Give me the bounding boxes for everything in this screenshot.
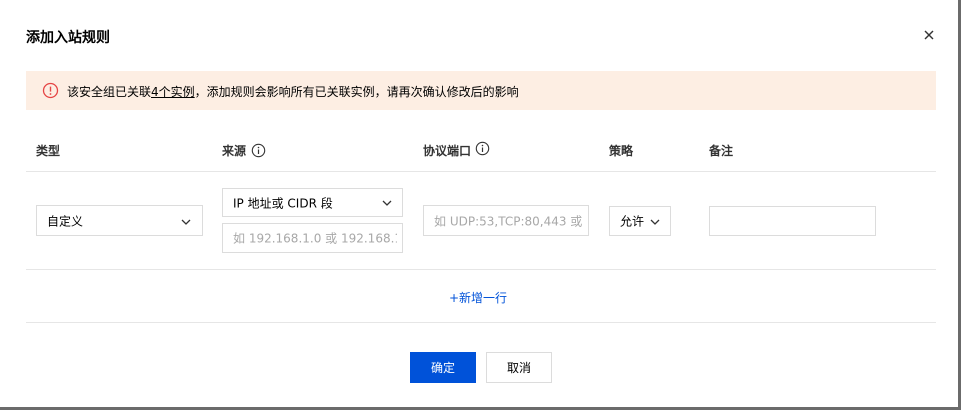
header-policy: 策略 (609, 144, 634, 158)
warning-alert: 该安全组已关联4个实例，添加规则会影响所有已关联实例，请再次确认修改后的影响 (26, 71, 936, 110)
remark-input[interactable] (709, 206, 876, 236)
add-row-link[interactable]: +新增一行 (449, 289, 507, 306)
type-select[interactable]: 自定义 (36, 205, 203, 236)
add-inbound-rule-dialog: 添加入站规则 该安全组已关联4个实例，添加规则会影响所有已关联实例，请再次确认修… (0, 0, 961, 410)
header-source: 来源 (222, 144, 247, 158)
row-divider (26, 269, 936, 270)
alert-text-after: ，添加规则会影响所有已关联实例，请再次确认修改后的影响 (194, 85, 519, 99)
header-remark: 备注 (709, 144, 734, 158)
header-divider (26, 171, 936, 172)
footer-divider (26, 322, 936, 323)
protocol-port-placeholder: 如 UDP:53,TCP:80,443 或 TCP:3306-20000 (434, 214, 586, 228)
type-select-value: 自定义 (47, 214, 84, 228)
source-input[interactable]: 如 192.168.1.0 或 192.168.1.0/24 (222, 223, 403, 253)
source-type-select[interactable]: IP 地址或 CIDR 段 (222, 188, 403, 217)
linked-instances-link[interactable]: 4个实例 (151, 85, 195, 99)
header-type: 类型 (36, 144, 61, 158)
chevron-down-icon (181, 219, 191, 225)
warning-circle-icon (42, 82, 59, 99)
source-info-icon[interactable] (251, 143, 266, 158)
dialog-title: 添加入站规则 (26, 30, 110, 46)
alert-text-before: 该安全组已关联 (67, 85, 152, 99)
alert-message: 该安全组已关联4个实例，添加规则会影响所有已关联实例，请再次确认修改后的影响 (67, 83, 519, 100)
policy-select-value: 允许 (620, 214, 645, 229)
close-icon[interactable] (919, 25, 939, 45)
protocol-port-input[interactable]: 如 UDP:53,TCP:80,443 或 TCP:3306-20000 (423, 205, 589, 236)
header-protocol-port: 协议端口 (423, 144, 472, 158)
source-input-placeholder: 如 192.168.1.0 或 192.168.1.0/24 (233, 231, 397, 246)
chevron-down-icon (382, 200, 392, 206)
chevron-down-icon (650, 219, 660, 225)
protocol-port-info-icon[interactable] (475, 141, 490, 156)
confirm-button[interactable]: 确定 (410, 352, 476, 383)
source-type-value: IP 地址或 CIDR 段 (233, 196, 333, 210)
policy-select[interactable]: 允许 (609, 206, 671, 236)
cancel-button[interactable]: 取消 (486, 352, 552, 383)
